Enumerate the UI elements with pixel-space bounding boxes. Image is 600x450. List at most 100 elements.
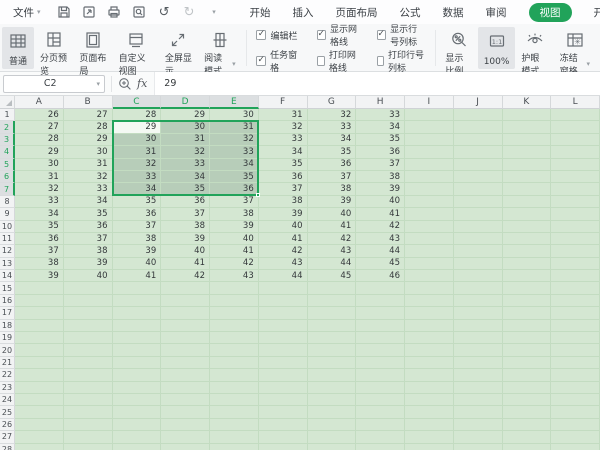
cell[interactable] [210, 282, 259, 294]
checkbox-任务窗格[interactable]: 任务窗格 [256, 48, 304, 74]
cell[interactable]: 34 [161, 171, 210, 183]
cell[interactable] [503, 382, 552, 394]
cell[interactable] [503, 221, 552, 233]
cell[interactable] [210, 406, 259, 418]
row-header-24[interactable]: 24 [0, 394, 15, 406]
cell[interactable] [161, 307, 210, 319]
cell[interactable] [15, 282, 64, 294]
cell[interactable] [551, 419, 600, 431]
cell[interactable] [64, 320, 113, 332]
cell[interactable] [503, 109, 552, 121]
cell[interactable] [405, 159, 454, 171]
cell[interactable] [551, 233, 600, 245]
cell[interactable] [503, 208, 552, 220]
cell[interactable]: 26 [15, 109, 64, 121]
cell[interactable]: 28 [113, 109, 162, 121]
cell[interactable] [405, 295, 454, 307]
column-header-F[interactable]: F [259, 96, 308, 109]
cell[interactable] [308, 394, 357, 406]
row-header-25[interactable]: 25 [0, 406, 15, 418]
cell[interactable] [405, 196, 454, 208]
cell[interactable]: 38 [161, 221, 210, 233]
cell[interactable] [503, 295, 552, 307]
cell[interactable] [551, 332, 600, 344]
cell[interactable] [356, 295, 405, 307]
checkbox-编辑栏[interactable]: 编辑栏 [256, 22, 304, 48]
cell[interactable] [259, 282, 308, 294]
checkbox-显示行号列标[interactable]: 显示行号列标 [377, 22, 425, 48]
cell[interactable]: 37 [356, 159, 405, 171]
checkbox-打印网格线[interactable]: 打印网格线 [317, 48, 365, 74]
cell[interactable] [503, 282, 552, 294]
cell[interactable] [64, 369, 113, 381]
cell[interactable] [551, 344, 600, 356]
cell[interactable] [308, 419, 357, 431]
cell[interactable] [503, 245, 552, 257]
cell[interactable]: 37 [64, 233, 113, 245]
cell[interactable] [161, 394, 210, 406]
cell[interactable]: 32 [259, 121, 308, 133]
cell[interactable] [454, 382, 503, 394]
save-icon[interactable] [57, 5, 72, 20]
cell[interactable] [503, 196, 552, 208]
cell[interactable] [356, 332, 405, 344]
cell[interactable] [551, 431, 600, 443]
tab-公式[interactable]: 公式 [400, 3, 421, 22]
tab-视图[interactable]: 视图 [529, 3, 572, 22]
cell[interactable]: 39 [210, 221, 259, 233]
cell[interactable] [551, 270, 600, 282]
cell[interactable] [308, 357, 357, 369]
阅读模式-button[interactable]: 阅读模式 ▾ [198, 27, 242, 69]
row-header-16[interactable]: 16 [0, 295, 15, 307]
cell[interactable] [210, 320, 259, 332]
cell[interactable] [259, 307, 308, 319]
cell[interactable] [308, 369, 357, 381]
column-header-C[interactable]: C [113, 96, 162, 109]
cell[interactable]: 31 [113, 146, 162, 158]
cell[interactable] [161, 357, 210, 369]
cell[interactable] [113, 382, 162, 394]
cell[interactable]: 45 [308, 270, 357, 282]
row-header-28[interactable]: 28 [0, 444, 15, 450]
cell[interactable] [64, 344, 113, 356]
cell[interactable] [161, 344, 210, 356]
row-header-9[interactable]: 9 [0, 208, 15, 220]
cell[interactable]: 35 [161, 183, 210, 195]
cell[interactable] [454, 419, 503, 431]
cell[interactable] [259, 357, 308, 369]
cell[interactable] [210, 369, 259, 381]
row-header-17[interactable]: 17 [0, 307, 15, 319]
页面布局-button[interactable]: 页面布局 [73, 27, 112, 69]
cell[interactable] [405, 146, 454, 158]
cell[interactable] [454, 394, 503, 406]
cell[interactable]: 35 [259, 159, 308, 171]
cell[interactable] [356, 444, 405, 450]
cell[interactable] [308, 344, 357, 356]
cell[interactable] [551, 208, 600, 220]
cell[interactable] [405, 121, 454, 133]
cell[interactable] [15, 357, 64, 369]
分页预览-button[interactable]: 分页预览 [34, 27, 73, 69]
cell[interactable] [356, 357, 405, 369]
row-header-27[interactable]: 27 [0, 431, 15, 443]
cell[interactable] [551, 109, 600, 121]
cell[interactable] [405, 369, 454, 381]
cell[interactable] [113, 394, 162, 406]
row-header-14[interactable]: 14 [0, 270, 15, 282]
cell[interactable] [356, 419, 405, 431]
cell[interactable] [210, 394, 259, 406]
cell[interactable] [259, 406, 308, 418]
自定义视图-button[interactable]: 自定义视图 [113, 27, 159, 69]
cell[interactable] [15, 344, 64, 356]
column-header-L[interactable]: L [551, 96, 600, 109]
column-header-G[interactable]: G [308, 96, 357, 109]
cell[interactable] [15, 320, 64, 332]
cell[interactable] [356, 406, 405, 418]
tab-数据[interactable]: 数据 [443, 3, 464, 22]
cell[interactable] [64, 295, 113, 307]
cell[interactable] [551, 196, 600, 208]
cell[interactable]: 36 [15, 233, 64, 245]
cell[interactable] [308, 382, 357, 394]
row-header-11[interactable]: 11 [0, 233, 15, 245]
cell[interactable]: 36 [259, 171, 308, 183]
